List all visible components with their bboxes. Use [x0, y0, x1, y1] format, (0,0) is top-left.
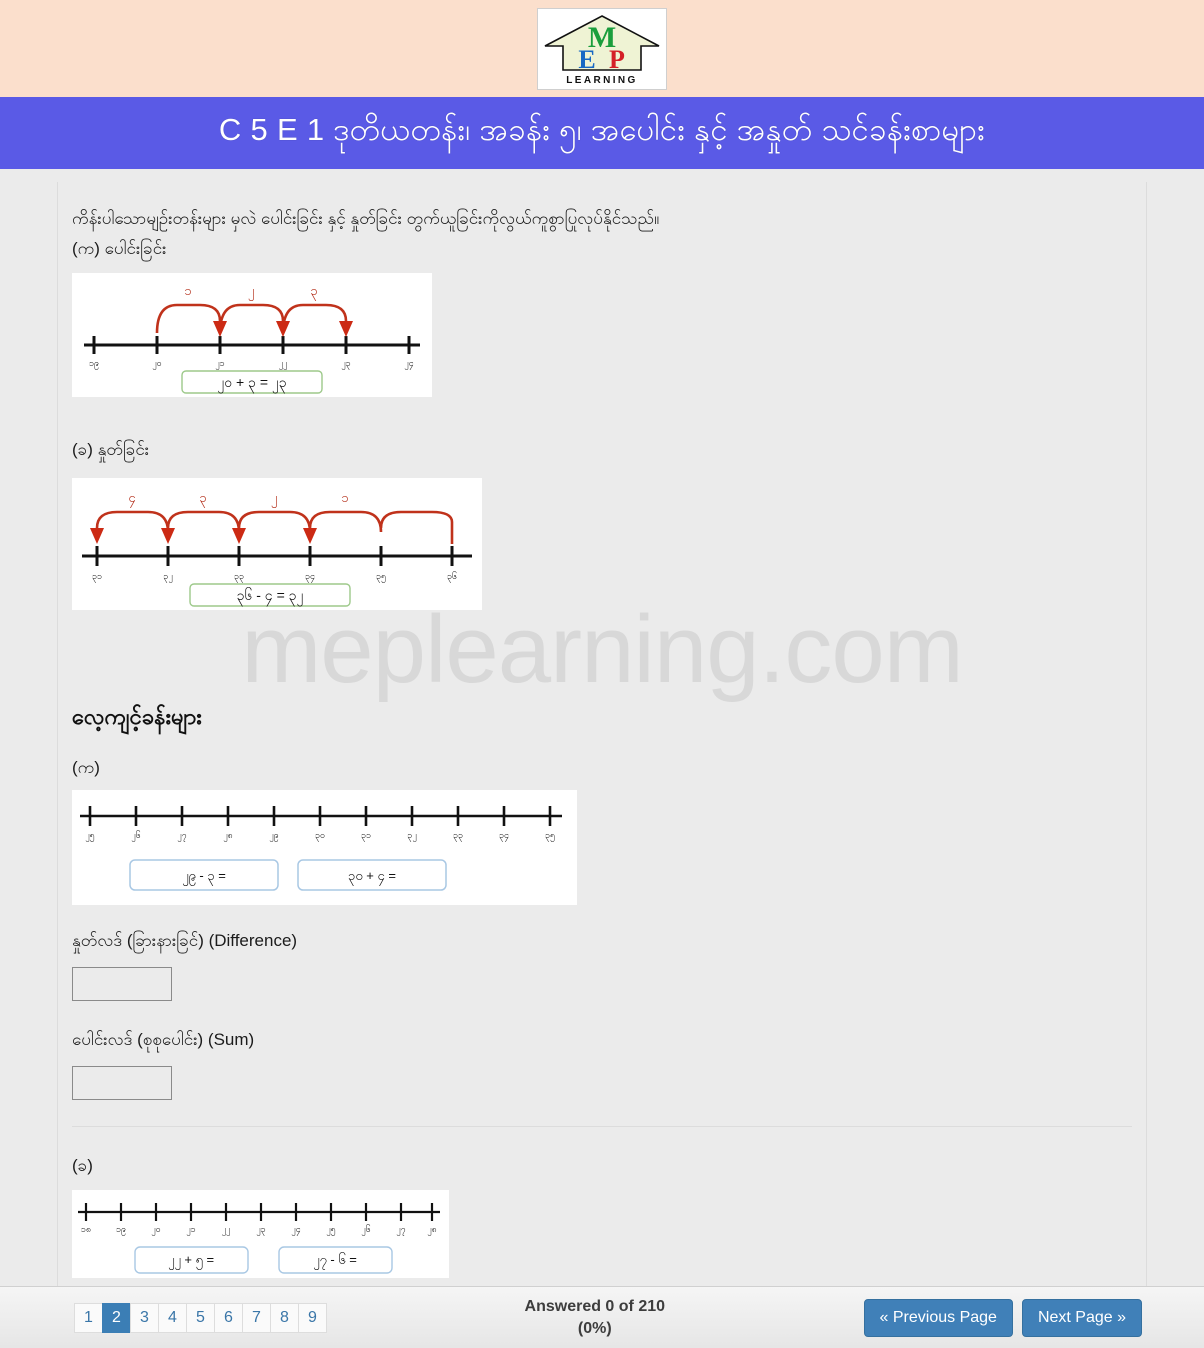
exercises-heading: လေ့ကျင့်ခန်းများ — [72, 704, 202, 730]
tick-label: ၃၄ — [305, 571, 315, 583]
tick-label: ၃၂ — [163, 571, 172, 583]
tick-label: ၂၆ — [131, 830, 140, 842]
hop-label: ၃ — [310, 283, 317, 301]
difference-label: နှုတ်လဒ် (ခြားနားခြင်) (Difference) — [72, 931, 298, 951]
tick-label: ၂၁ — [186, 1224, 195, 1236]
tick-label: ၂၀ — [151, 1224, 160, 1236]
logo-icon: M E P LEARNING — [544, 14, 660, 86]
hop-label: ၄ — [128, 490, 136, 508]
tick-label: ၂၅ — [85, 830, 94, 842]
sum-input[interactable] — [72, 1066, 172, 1101]
tick-label: ၂၃ — [256, 1224, 265, 1236]
tick-label: ၂၇ — [177, 830, 186, 842]
exercise-a-label: (က) — [72, 758, 100, 778]
page-button-9[interactable]: 9 — [298, 1302, 327, 1333]
hop-label: ၁ — [184, 283, 191, 298]
tick-label: ၁၉ — [116, 1224, 126, 1236]
exercise-b-label: (ခ) — [72, 1156, 93, 1176]
page-button-7[interactable]: 7 — [242, 1302, 271, 1333]
tick-label: ၂၉ — [269, 830, 278, 842]
answered-percent: (0%) — [577, 1319, 612, 1337]
answered-count: Answered 0 of 210 — [524, 1297, 666, 1315]
logo-band: M E P LEARNING — [0, 0, 1204, 97]
lesson-title-banner: C 5 E 1 ဒုတိယတန်း၊ အခန်း ၅၊ အပေါင်း နှင့… — [0, 97, 1204, 169]
page-button-2[interactable]: 2 — [102, 1302, 131, 1333]
addition-number-line-svg: ၁၉ ၂၀ ၂၁ ၂၂ ၂၃ ၂၄ ၁ ၂ ၃ ၂၀ + ၃ = ၂၃ — [84, 283, 420, 395]
addition-example-figure: ၁၉ ၂၀ ၂၁ ၂၂ ၂၃ ၂၄ ၁ ၂ ၃ ၂၀ + ၃ = ၂၃ — [72, 273, 432, 398]
hop-label: ၁ — [341, 490, 348, 505]
exercise-a-number-line-svg: ၂၅ ၂၆ ၂၇ ၂၈ ၂၉ ၃၀ ၃၁ ၃၂ ၃၃ ၃၄ ၃၅ ၂၉ - ၃ … — [80, 806, 562, 892]
page-button-4[interactable]: 4 — [158, 1302, 187, 1333]
tick-label: ၃၄ — [499, 830, 509, 842]
hop-label: ၃ — [199, 490, 206, 508]
page-button-8[interactable]: 8 — [270, 1302, 299, 1333]
tick-label: ၂၈ — [223, 830, 233, 842]
section-addition-label: (က) ပေါင်းခြင်း — [72, 239, 167, 259]
tick-label: ၂၃ — [341, 358, 350, 370]
tick-label: ၃၁ — [92, 571, 102, 583]
next-page-button[interactable]: Next Page » — [1021, 1298, 1142, 1337]
exercise-a-figure: ၂၅ ၂၆ ၂၇ ၂၈ ၂၉ ၃၀ ၃၁ ၃၂ ၃၃ ၃၄ ၃၅ ၂၉ - ၃ … — [72, 790, 577, 906]
page-button-1[interactable]: 1 — [74, 1302, 103, 1333]
logo-letter-e: E — [578, 45, 595, 74]
tick-label: ၃၃ — [453, 830, 463, 842]
footer-bar: 1 2 3 4 5 6 7 8 9 Answered 0 of 210 (0%)… — [0, 1286, 1204, 1348]
logo-letter-p: P — [609, 45, 625, 74]
tick-label: ၂၂ — [279, 358, 288, 370]
answered-status: Answered 0 of 210 (0%) — [326, 1296, 864, 1339]
tick-label: ၂၄ — [404, 358, 413, 370]
page-button-5[interactable]: 5 — [186, 1302, 215, 1333]
tick-label: ၁၈ — [81, 1224, 91, 1234]
tick-label: ၂၅ — [326, 1224, 335, 1236]
worksheet-sheet: meplearning.com ကိန်းပါသောမျဉ်းတန်းများ … — [57, 182, 1147, 1288]
tick-label: ၂၆ — [361, 1224, 370, 1236]
mep-learning-logo: M E P LEARNING — [537, 7, 667, 90]
sum-label: ပေါင်းလဒ် (စုစုပေါင်း) (Sum) — [72, 1030, 255, 1050]
page-button-3[interactable]: 3 — [130, 1302, 159, 1333]
tick-label: ၃၃ — [234, 571, 244, 583]
tick-label: ၂၈ — [427, 1224, 437, 1236]
difference-input[interactable] — [72, 967, 172, 1002]
pagination[interactable]: 1 2 3 4 5 6 7 8 9 — [74, 1302, 327, 1333]
tick-label: ၂၀ — [152, 358, 161, 370]
tick-label: ၂၂ — [222, 1224, 231, 1236]
tick-label: ၁၉ — [89, 358, 99, 370]
subtraction-number-line-svg: ၃၁ ၃၂ ၃၃ ၃၄ ၃၅ ၃၆ ၄ ၃ ၂ ၁ ၃၆ - ၄ = ၃၂ — [82, 490, 472, 608]
section-subtraction-label: (ခ) နှုတ်ခြင်း — [72, 440, 150, 460]
lesson-intro-text: ကိန်းပါသောမျဉ်းတန်းများ မှလဲ ပေါင်းခြင်း… — [72, 209, 660, 228]
tick-label: ၂၇ — [396, 1224, 405, 1236]
hop-label: ၂ — [271, 490, 277, 508]
tick-label: ၃၁ — [361, 830, 371, 842]
tick-label: ၃၂ — [407, 830, 416, 842]
tick-label: ၃၅ — [376, 571, 386, 583]
tick-label: ၃၀ — [315, 830, 325, 842]
exercise-b-figure: ၁၈ ၁၉ ၂၀ ၂၁ ၂၂ ၂၃ ၂၄ ၂၅ ၂၆ ၂၇ ၂၈ ၂၂ + ၅ … — [72, 1190, 449, 1279]
logo-subtitle: LEARNING — [566, 75, 637, 86]
previous-page-button[interactable]: « Previous Page — [863, 1298, 1013, 1337]
tick-label: ၃၆ — [447, 571, 457, 583]
section-divider — [72, 1126, 1132, 1128]
tick-label: ၃၅ — [545, 830, 555, 842]
tick-label: ၂၁ — [215, 358, 224, 370]
page-title: C 5 E 1 ဒုတိယတန်း၊ အခန်း ၅၊ အပေါင်း နှင့… — [218, 112, 986, 147]
worksheet-content: ကိန်းပါသောမျဉ်းတန်းများ မှလဲ ပေါင်းခြင်း… — [58, 206, 1146, 1288]
page-body: meplearning.com ကိန်းပါသောမျဉ်းတန်းများ … — [0, 182, 1204, 1348]
page-button-6[interactable]: 6 — [214, 1302, 243, 1333]
exercise-b-number-line-svg: ၁၈ ၁၉ ၂၀ ၂၁ ၂၂ ၂၃ ၂၄ ၂၅ ၂၆ ၂၇ ၂၈ ၂၂ + ၅ … — [78, 1203, 440, 1275]
subtraction-example-figure: ၃၁ ၃၂ ၃၃ ၃၄ ၃၅ ၃၆ ၄ ၃ ၂ ၁ ၃၆ - ၄ = ၃၂ — [72, 478, 482, 611]
hop-label: ၂ — [248, 283, 254, 301]
tick-label: ၂၄ — [291, 1224, 300, 1236]
page-navigation: « Previous Page Next Page » — [863, 1298, 1142, 1337]
